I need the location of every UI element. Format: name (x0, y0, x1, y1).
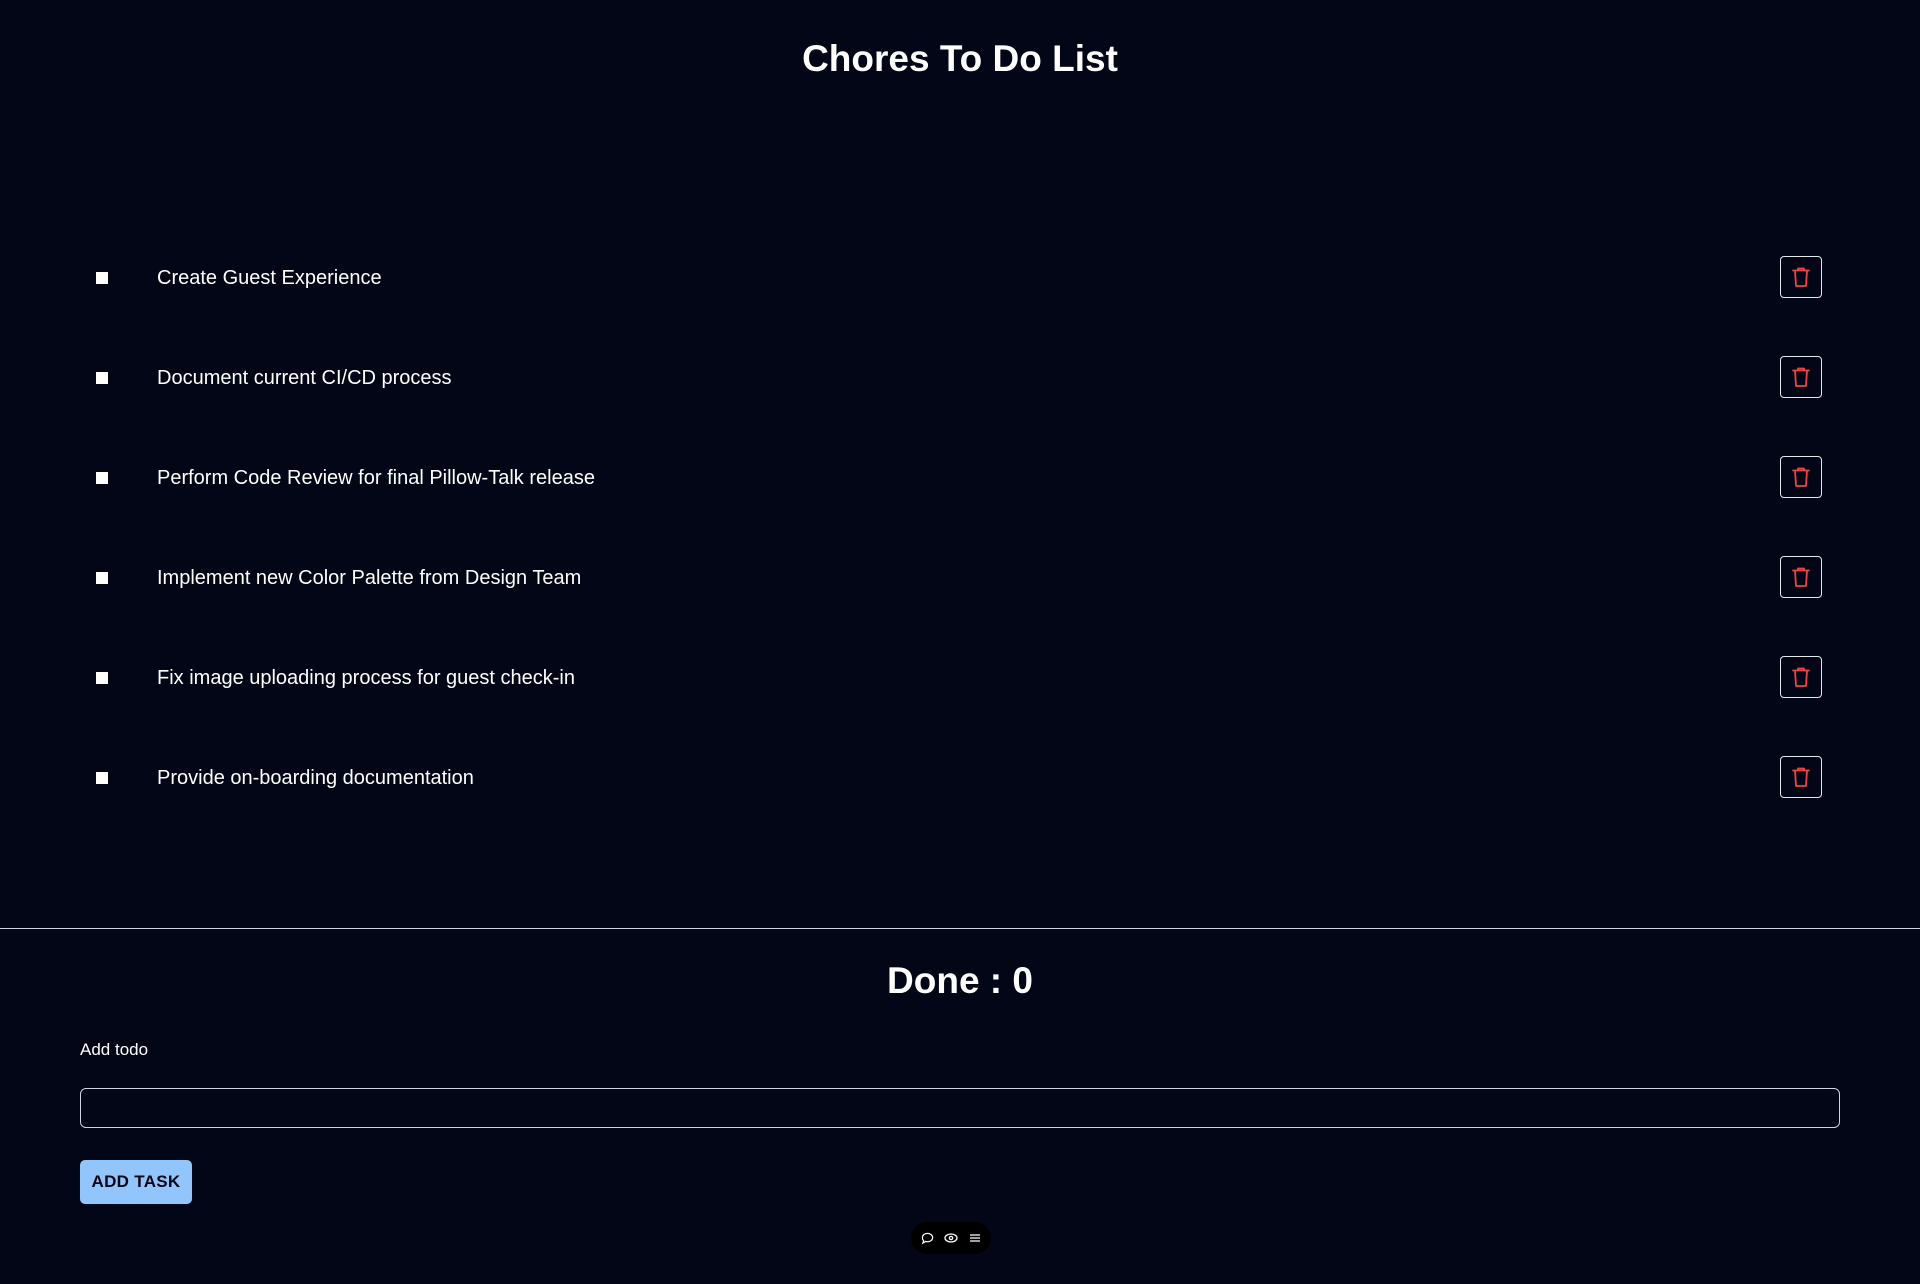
eye-icon[interactable] (944, 1231, 958, 1245)
trash-icon (1792, 367, 1810, 387)
todo-item: Perform Code Review for final Pillow-Tal… (0, 428, 1920, 528)
trash-icon (1792, 267, 1810, 287)
divider (0, 928, 1920, 929)
todo-text: Create Guest Experience (157, 267, 382, 289)
menu-icon[interactable] (968, 1231, 982, 1245)
add-todo-input[interactable] (80, 1088, 1840, 1128)
done-counter: Done : 0 (887, 960, 1033, 1001)
todo-text: Perform Code Review for final Pillow-Tal… (157, 467, 595, 489)
add-todo-label: Add todo (80, 1040, 149, 1059)
todo-text: Fix image uploading process for guest ch… (157, 667, 575, 689)
todo-text: Document current CI/CD process (157, 367, 452, 389)
trash-icon (1792, 667, 1810, 687)
trash-icon (1792, 467, 1810, 487)
delete-button[interactable] (1780, 656, 1822, 698)
delete-button[interactable] (1780, 456, 1822, 498)
todo-checkbox[interactable] (96, 772, 108, 784)
todo-item: Fix image uploading process for guest ch… (0, 628, 1920, 728)
delete-button[interactable] (1780, 756, 1822, 798)
todo-item: Provide on-boarding documentation (0, 728, 1920, 828)
trash-icon (1792, 567, 1810, 587)
delete-button[interactable] (1780, 256, 1822, 298)
todo-checkbox[interactable] (96, 372, 108, 384)
todo-checkbox[interactable] (96, 572, 108, 584)
todo-checkbox[interactable] (96, 472, 108, 484)
todo-checkbox[interactable] (96, 272, 108, 284)
trash-icon (1792, 767, 1810, 787)
page-title: Chores To Do List (802, 38, 1118, 79)
comment-icon[interactable] (920, 1231, 934, 1245)
todo-text: Provide on-boarding documentation (157, 767, 474, 789)
todo-item: Document current CI/CD process (0, 328, 1920, 428)
todo-checkbox[interactable] (96, 672, 108, 684)
todo-item: Implement new Color Palette from Design … (0, 528, 1920, 628)
delete-button[interactable] (1780, 356, 1822, 398)
todo-item: Create Guest Experience (0, 228, 1920, 328)
add-task-button[interactable]: ADD TASK (80, 1160, 192, 1204)
todo-text: Implement new Color Palette from Design … (157, 567, 582, 589)
floating-toolbar (911, 1222, 991, 1254)
page: Chores To Do List Create Guest Experienc… (0, 0, 1920, 1284)
delete-button[interactable] (1780, 556, 1822, 598)
todo-list: Create Guest Experience Document current… (0, 228, 1920, 828)
